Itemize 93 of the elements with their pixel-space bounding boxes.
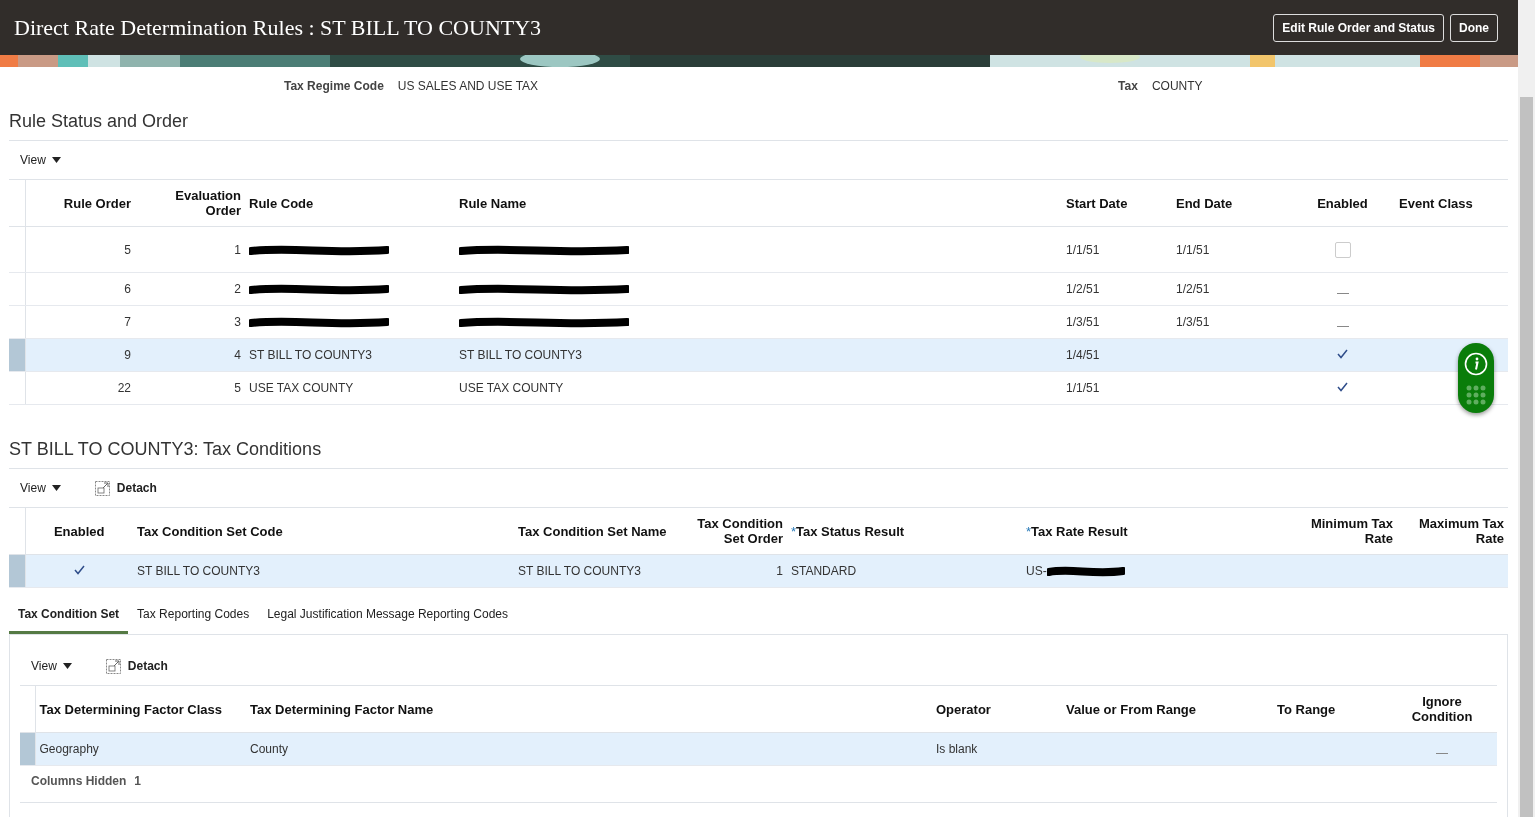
column-header: Enabled [1290,179,1395,227]
table-cell: 5 [124,242,131,257]
caret-icon [51,157,61,163]
table-cell: STANDARD [791,564,857,578]
table-row[interactable]: 6 2 1/2/51 1/2/51 [9,272,1508,306]
edit-rule-order-button[interactable]: Edit Rule Order and Status [1273,13,1444,42]
field-label: Tax [1118,79,1138,93]
column-header: Rule Name [455,179,1062,227]
table-cell: 1/1/51 [1066,381,1100,395]
field-value: US SALES AND USE TAX [397,79,539,93]
column-header: Start Date [1062,179,1172,227]
table-cell: 4 [234,348,241,362]
table-row[interactable]: 9 4 ST BILL TO COUNTY3 ST BILL TO COUNTY3 1/4/51 [9,338,1508,372]
selection-bar [9,555,25,587]
view-menu[interactable]: View [31,659,72,673]
table-cell: Is blank [936,742,978,756]
table-cell: ST BILL TO COUNTY3 [518,564,641,578]
column-header: Tax Condition Set Order [690,507,787,555]
tab[interactable]: Legal Justification Message Reporting Codes [258,600,517,634]
scrollbar-thumb[interactable] [1520,97,1533,817]
column-header: Enabled [25,507,133,555]
table-row[interactable]: 7 3 1/3/51 1/3/51 [9,305,1508,339]
table-row[interactable]: ST BILL TO COUNTY3 ST BILL TO COUNTY3 1 STANDARD US- [9,554,1508,588]
selection-bar [9,339,25,371]
column-header: Tax Determining Factor Class [35,685,246,733]
column-header: Maximum Tax Rate [1397,507,1508,555]
field-label: Tax Regime Code [284,79,384,93]
table-cell: 7 [124,315,131,329]
table-cell: 1/1/51 [1066,242,1100,257]
column-header: Minimum Tax Rate [1283,507,1397,555]
column-header: Tax Determining Factor Name [246,685,932,733]
page-title: Direct Rate Determination Rules : ST BILL TO COUNTY3 [14,14,542,41]
column-header: Tax Condition Set Name [514,507,690,555]
columns-hidden-count: 1 [134,774,142,788]
view-menu[interactable]: View [20,481,61,495]
section-title: ST BILL TO COUNTY3: Tax Conditions [9,433,1508,469]
column-header: *Tax Rate Result [1022,507,1283,555]
table-cell: 6 [124,282,131,296]
table-cell: County [250,742,289,756]
column-header: Operator [932,685,1062,733]
table-cell: 1 [776,564,783,578]
table-cell: USE TAX COUNTY [249,381,354,395]
table-cell: ST BILL TO COUNTY3 [249,348,372,362]
help-widget[interactable] [1458,343,1494,413]
table-cell: 1/1/51 [1176,242,1210,257]
table-cell: ST BILL TO COUNTY3 [459,348,582,362]
table-cell: 1/3/51 [1176,315,1210,329]
table-row[interactable]: 5 1 1/1/51 1/1/51 [9,226,1508,273]
detach-icon [94,480,110,496]
table-cell: 2 [234,282,241,296]
checkbox[interactable] [1334,241,1351,258]
table-cell: 9 [124,348,131,362]
required-mark: * [1026,523,1032,539]
done-button[interactable]: Done [1450,13,1498,42]
table-cell: 5 [234,381,241,395]
column-header: *Tax Status Result [787,507,1022,555]
view-menu[interactable]: View [20,153,61,167]
table-cell: USE TAX COUNTY [459,381,564,395]
detach-button[interactable]: Detach [105,658,168,674]
column-header: Event Class [1395,179,1508,227]
table-cell: US- [1026,564,1047,578]
table-cell: Geography [39,742,99,756]
table-row[interactable]: Geography County Is blank [20,732,1497,766]
tab[interactable]: Tax Reporting Codes [128,600,259,634]
table-cell: 22 [117,381,131,395]
detach-icon [105,658,121,674]
selection-bar [20,733,35,765]
tab[interactable]: Tax Condition Set [9,600,129,634]
detach-button[interactable]: Detach [94,480,157,496]
table-cell: ST BILL TO COUNTY3 [137,564,260,578]
caret-icon [62,663,72,669]
table-cell: 1 [234,242,241,257]
column-header: Ignore Condition [1387,685,1497,733]
columns-hidden-label: Columns Hidden [31,774,127,788]
table-cell: 1/3/51 [1066,315,1100,329]
info-icon [1464,351,1488,376]
grid-icon [1466,384,1486,405]
column-header: Tax Condition Set Code [133,507,514,555]
scrollbar[interactable] [1518,0,1535,817]
field-value: COUNTY [1151,79,1203,93]
table-cell: 1/2/51 [1066,282,1100,296]
column-header: Value or From Range [1062,685,1273,733]
caret-icon [51,485,61,491]
column-header: To Range [1273,685,1387,733]
table-cell: 1/4/51 [1066,348,1100,362]
column-header: End Date [1172,179,1290,227]
column-header: Rule Code [245,179,455,227]
table-cell: 1/2/51 [1176,282,1210,296]
required-mark: * [791,523,797,539]
section-title: Rule Status and Order [9,105,1508,141]
column-header: Rule Order [25,179,135,227]
column-header: Evaluation Order [135,179,245,227]
table-cell: 3 [234,315,241,329]
